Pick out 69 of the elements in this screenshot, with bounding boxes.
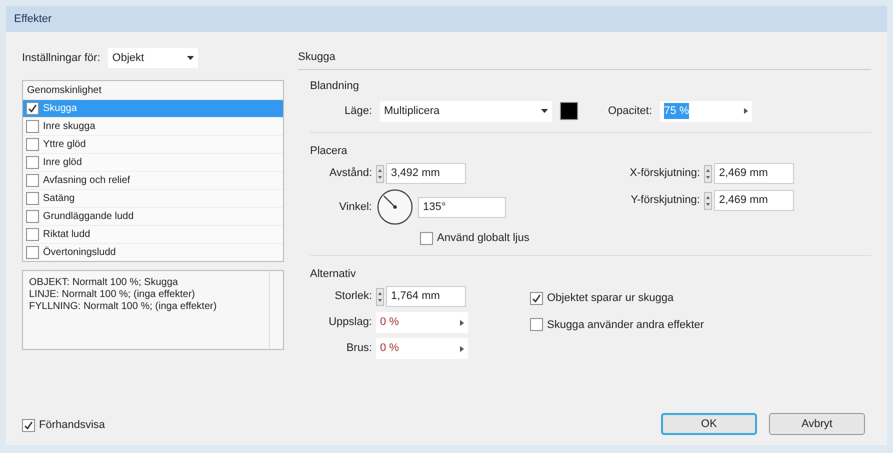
checkbox[interactable]	[420, 232, 433, 245]
effect-row[interactable]: Riktat ludd	[23, 225, 283, 243]
cancel-button[interactable]: Avbryt	[769, 413, 865, 435]
checkbox-label: Använd globalt ljus	[437, 231, 530, 246]
checkbox[interactable]	[26, 228, 39, 241]
checkbox[interactable]	[26, 120, 39, 133]
checkbox[interactable]	[26, 156, 39, 169]
effect-row[interactable]: Yttre glöd	[23, 135, 283, 153]
field-label: Storlek:	[334, 289, 372, 304]
summary-line: OBJEKT: Normalt 100 %; Skugga	[29, 277, 179, 289]
checkbox[interactable]	[26, 174, 39, 187]
list-header: Genomskinlighet	[23, 81, 283, 99]
y-offset-field[interactable]: 2,469 mm	[714, 190, 794, 211]
caret-icon	[187, 56, 194, 60]
checkbox[interactable]	[530, 318, 543, 332]
checkbox[interactable]	[530, 292, 543, 305]
ok-button[interactable]: OK	[661, 413, 757, 435]
field-label: Vinkel:	[338, 200, 372, 215]
checkbox[interactable]	[26, 102, 39, 115]
field-label: Y-förskjutning:	[630, 193, 700, 208]
distance-field[interactable]: 3,492 mm	[386, 163, 466, 184]
field-label: Läge:	[343, 104, 372, 119]
checkmark-icon	[28, 104, 37, 113]
spinner-icon[interactable]	[376, 164, 384, 182]
checkbox[interactable]	[26, 246, 39, 259]
summary-line: FYLLNING: Normalt 100 %; (inga effekter)	[29, 301, 218, 313]
effect-row[interactable]: Satäng	[23, 189, 283, 207]
window-title: Effekter	[14, 12, 52, 27]
angle-field[interactable]: 135°	[418, 196, 506, 218]
spread-field[interactable]: 0 %	[376, 312, 468, 333]
checkmark-icon	[24, 420, 33, 430]
summary-line: LINJE: Normalt 100 %; (inga effekter)	[29, 289, 196, 301]
checkmark-icon	[532, 294, 541, 303]
color-swatch[interactable]	[560, 102, 578, 120]
checkbox-label: Objektet sparar ur skugga	[547, 291, 674, 306]
field-label: Brus:	[345, 341, 372, 356]
spinner-icon[interactable]	[704, 192, 712, 210]
field-label: X-förskjutning:	[628, 166, 700, 182]
section-title: Blandning	[310, 79, 360, 94]
arrow-icon	[460, 346, 464, 352]
noise-field[interactable]: 0 %	[376, 338, 468, 359]
settings-dropdown[interactable]: Objekt	[108, 48, 198, 68]
spinner-icon[interactable]	[376, 288, 384, 306]
field-label: Avstånd:	[328, 166, 372, 182]
arrow-icon	[744, 108, 748, 114]
effect-row[interactable]: Grundläggande ludd	[23, 207, 283, 225]
caret-icon	[541, 109, 548, 113]
field-label: Uppslag:	[328, 315, 372, 330]
checkbox[interactable]	[22, 418, 35, 432]
effect-row[interactable]: Inre glöd	[23, 153, 283, 171]
size-field[interactable]: 1,764 mm	[386, 286, 466, 307]
settings-label: Inställningar för:	[22, 50, 100, 66]
field-label: Opacitet:	[608, 104, 652, 119]
effect-row[interactable]: Inre skugga	[23, 117, 283, 135]
checkbox-label: Skugga använder andra effekter	[547, 318, 704, 332]
panel-title: Skugga	[298, 46, 871, 70]
checkbox[interactable]	[26, 192, 39, 205]
section-title: Placera	[310, 144, 348, 158]
checkbox[interactable]	[26, 210, 39, 223]
angle-dial-icon[interactable]	[376, 188, 414, 226]
x-offset-field[interactable]: 2,469 mm	[714, 163, 794, 184]
mode-dropdown[interactable]: Multiplicera	[380, 100, 552, 122]
spinner-icon[interactable]	[704, 164, 712, 182]
effect-row[interactable]: Avfasning och relief	[23, 171, 283, 189]
effect-row[interactable]: Övertoningsludd	[23, 243, 283, 261]
section-title: Alternativ	[310, 266, 357, 282]
arrow-icon	[460, 320, 464, 326]
checkbox[interactable]	[26, 138, 39, 151]
preview-label: Förhandsvisa	[39, 418, 106, 433]
